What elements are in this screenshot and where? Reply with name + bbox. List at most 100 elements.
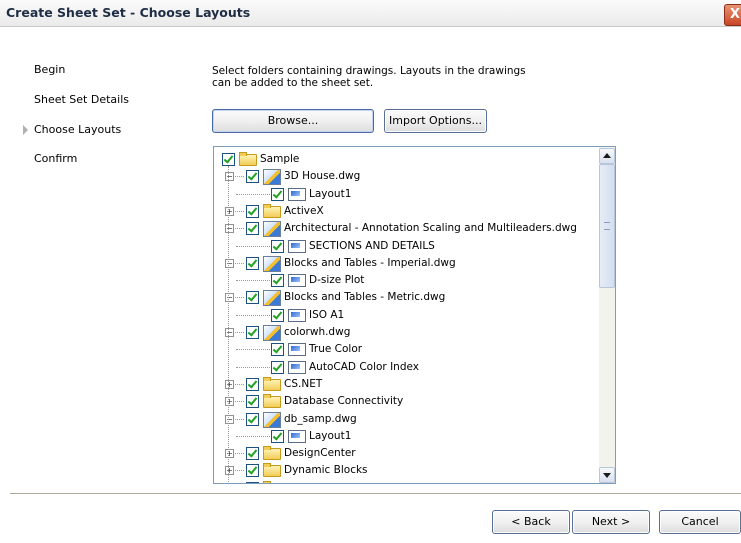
- tree-node-label: ISO A1: [309, 308, 345, 321]
- tree-node[interactable]: + DesignCenter: [214, 445, 598, 462]
- tree-node[interactable]: − db_samp.dwg: [214, 411, 598, 428]
- tree-node-label: Dynamic Blocks: [284, 464, 368, 477]
- tree-node[interactable]: ISO A1: [214, 307, 598, 324]
- folder-icon: [239, 152, 257, 166]
- tree-node[interactable]: True Color: [214, 341, 598, 358]
- layout-icon: [288, 429, 306, 443]
- tree-node[interactable]: AutoCAD Color Index: [214, 359, 598, 376]
- grip-icon: [604, 222, 610, 230]
- tree-node[interactable]: − Blocks and Tables - Metric.dwg: [214, 289, 598, 307]
- tree-checkbox[interactable]: [271, 429, 284, 443]
- tree-node[interactable]: − colorwh.dwg: [214, 324, 598, 341]
- collapse-icon[interactable]: −: [225, 414, 234, 424]
- browse-button[interactable]: Browse...: [212, 109, 374, 133]
- dialog-body: Begin Sheet Set Details Choose Layouts C…: [0, 27, 741, 543]
- next-button[interactable]: Next >: [572, 510, 650, 534]
- tree-node-label: Layout1: [309, 187, 352, 200]
- layout-icon: [288, 360, 306, 374]
- tree-checkbox[interactable]: [271, 308, 284, 322]
- tree-node[interactable]: Layout1: [214, 428, 598, 445]
- tree-node-label: SECTIONS AND DETAILS: [309, 239, 435, 252]
- cancel-button[interactable]: Cancel: [659, 510, 741, 534]
- layout-icon: [288, 274, 306, 288]
- tree-checkbox[interactable]: [246, 291, 259, 305]
- tree-checkbox[interactable]: [246, 256, 259, 270]
- close-button[interactable]: X: [724, 4, 741, 26]
- step-confirm[interactable]: Confirm: [34, 152, 77, 165]
- tree-checkbox[interactable]: [271, 274, 284, 288]
- tree-node[interactable]: − Blocks and Tables - Imperial.dwg: [214, 255, 598, 272]
- collapse-icon[interactable]: −: [225, 258, 234, 268]
- step-sheet-set-details[interactable]: Sheet Set Details: [34, 93, 129, 106]
- step-choose-layouts[interactable]: Choose Layouts: [34, 123, 121, 136]
- tree-checkbox[interactable]: [246, 326, 259, 339]
- tree-checkbox[interactable]: [246, 222, 259, 236]
- tree-checkbox[interactable]: [222, 153, 235, 166]
- tree-node-label: colorwh.dwg: [284, 326, 351, 338]
- dwg-icon: [263, 221, 281, 238]
- step-begin[interactable]: Begin: [34, 63, 65, 76]
- tree-node-label: Sample: [260, 153, 300, 165]
- dwg-icon: [263, 255, 281, 272]
- dwg-icon: [263, 169, 281, 186]
- collapse-icon[interactable]: −: [225, 224, 234, 234]
- tree-node-label: Database Connectivity: [284, 395, 404, 408]
- scroll-up-icon[interactable]: [599, 148, 615, 164]
- back-button[interactable]: < Back: [492, 510, 570, 534]
- folder-tree[interactable]: Sample − 3D House.dwg Layout1 + ActiveX − Archi…: [213, 146, 616, 484]
- tree-node[interactable]: Layout1: [214, 186, 598, 203]
- expand-icon[interactable]: +: [225, 397, 234, 407]
- layout-icon: [288, 343, 306, 357]
- tree-node[interactable]: + Database Connectivity: [214, 393, 598, 410]
- tree-checkbox[interactable]: [271, 187, 284, 201]
- folder-icon: [263, 463, 281, 478]
- folder-icon: [263, 394, 281, 409]
- scroll-down-icon[interactable]: [599, 467, 615, 483]
- collapse-icon[interactable]: −: [225, 328, 234, 337]
- dialog-window: Create Sheet Set - Choose Layouts X Begi…: [0, 0, 741, 543]
- tree-checkbox[interactable]: [246, 204, 259, 218]
- expand-icon[interactable]: +: [225, 206, 234, 216]
- collapse-icon[interactable]: −: [225, 293, 234, 303]
- tree-node-label: Blocks and Tables - Metric.dwg: [284, 291, 446, 304]
- tree-node[interactable]: +IFC: [214, 480, 598, 483]
- tree-checkbox[interactable]: [271, 360, 284, 374]
- tree-checkbox[interactable]: [246, 481, 259, 483]
- tree-node[interactable]: + Dynamic Blocks: [214, 462, 598, 479]
- tree-content: Sample − 3D House.dwg Layout1 + ActiveX − Archi…: [214, 147, 598, 483]
- vertical-scrollbar[interactable]: [599, 147, 615, 483]
- tree-connector: [236, 245, 270, 247]
- collapse-icon[interactable]: −: [225, 172, 234, 182]
- tree-checkbox[interactable]: [246, 412, 259, 426]
- layout-icon: [288, 239, 306, 253]
- tree-connector: [236, 366, 270, 368]
- tree-node[interactable]: SECTIONS AND DETAILS: [214, 238, 598, 255]
- tree-node[interactable]: − Architectural - Annotation Scaling and …: [214, 220, 598, 238]
- expand-icon[interactable]: +: [225, 466, 234, 476]
- tree-checkbox[interactable]: [246, 464, 259, 478]
- tree-checkbox[interactable]: [271, 343, 284, 357]
- tree-checkbox[interactable]: [246, 170, 259, 184]
- tree-connector: [236, 280, 270, 282]
- tree-node-label: 3D House.dwg: [284, 170, 361, 183]
- scroll-thumb[interactable]: [599, 164, 615, 288]
- tree-checkbox[interactable]: [246, 377, 259, 391]
- tree-node[interactable]: D-size Plot: [214, 272, 598, 289]
- tree-node-label: Blocks and Tables - Imperial.dwg: [284, 256, 456, 269]
- tree-checkbox[interactable]: [246, 395, 259, 409]
- expand-icon[interactable]: +: [225, 379, 234, 389]
- tree-connector: [236, 314, 270, 316]
- expand-icon[interactable]: +: [225, 449, 234, 459]
- instructions-text: Select folders containing drawings. Layo…: [212, 65, 526, 89]
- tree-connector: [236, 193, 270, 195]
- tree-node[interactable]: − 3D House.dwg: [214, 168, 598, 186]
- import-options-button[interactable]: Import Options...: [384, 109, 487, 133]
- tree-node[interactable]: + CS.NET: [214, 376, 598, 393]
- dwg-icon: [263, 325, 281, 341]
- tree-node[interactable]: + ActiveX: [214, 203, 598, 220]
- tree-node-label: Layout1: [309, 429, 352, 442]
- tree-checkbox[interactable]: [271, 239, 284, 253]
- tree-checkbox[interactable]: [246, 447, 259, 461]
- tree-node[interactable]: Sample: [214, 151, 598, 168]
- tree-node-label: db_samp.dwg: [284, 412, 357, 425]
